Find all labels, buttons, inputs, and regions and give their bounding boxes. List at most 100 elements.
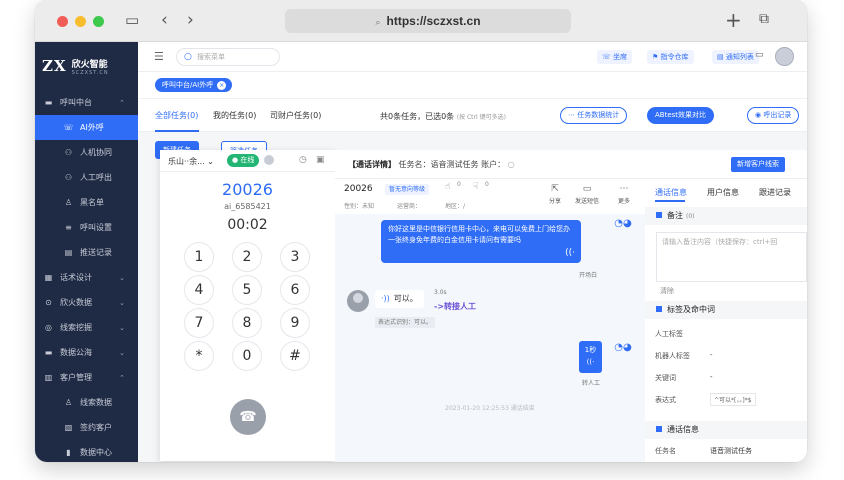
sidebar-item-3[interactable]: ⚇ 人工呼出 <box>35 165 138 190</box>
keypad-key[interactable]: 6 <box>280 275 310 305</box>
tabs-overview-icon[interactable]: ⧉ <box>759 11 769 27</box>
sidebar-item-8[interactable]: ⊙ 欣火数据 ⌄ <box>35 290 138 315</box>
thumbs-down-icon[interactable]: ☟ <box>473 182 478 192</box>
page-tag[interactable]: 呼叫中台/AI外呼 × <box>155 78 233 92</box>
sidebar-item-1[interactable]: ☏ AI外呼 <box>35 115 138 140</box>
clock-icon[interactable]: ◷ <box>299 155 307 165</box>
close-icon[interactable]: × <box>217 81 227 90</box>
hangup-button[interactable]: ☎ <box>230 399 266 435</box>
keypad-key[interactable]: 8 <box>232 308 262 338</box>
sidebar-item-5[interactable]: ≡ 呼叫设置 <box>35 215 138 240</box>
audio-play-icon[interactable]: ((· <box>587 358 595 366</box>
abtest-label: ABtest效果对比 <box>655 111 707 119</box>
clear-note-button[interactable]: 清除 <box>660 286 674 296</box>
status-toggle[interactable] <box>264 155 274 165</box>
keypad-key[interactable]: 7 <box>184 308 214 338</box>
send-sms-button[interactable]: ▭ 发送短信 <box>575 184 599 205</box>
manual-tag-key: 人工标签 <box>655 330 683 338</box>
robot-tag-value: - <box>710 351 713 359</box>
sidebar-item-10[interactable]: ▬ 数据公海 ⌄ <box>35 340 138 365</box>
call-records-button[interactable]: ◉ 呼出记录 <box>747 107 800 124</box>
logo-mark: ZX <box>42 57 67 75</box>
like-count: 0 <box>457 181 461 188</box>
keypad-key[interactable]: 5 <box>232 275 262 305</box>
back-icon[interactable]: ‹ <box>161 10 168 30</box>
command-store-button[interactable]: ⚑ 指令仓库 <box>647 50 694 64</box>
sidebar-item-2[interactable]: ⚇ 人机协同 <box>35 140 138 165</box>
minimize-window-button[interactable] <box>75 16 86 27</box>
sidebar-item-9[interactable]: ◎ 线索挖掘 ⌄ <box>35 315 138 340</box>
keyword-row: 关键词 - <box>655 373 713 383</box>
sidebar-toggle-icon[interactable]: ▭ <box>125 11 139 29</box>
audio-wave-icon[interactable]: ·)) <box>381 294 390 303</box>
bot-message-text: 你好这里是中信银行信用卡中心，来电可以免费上门给您办一张终身免年费的白金信用卡请… <box>388 225 570 244</box>
tab-follow-up[interactable]: 跟进记录 <box>759 187 791 198</box>
sidebar-item-6[interactable]: ▤ 推送记录 <box>35 240 138 265</box>
search-icon: ⌕ <box>375 17 381 27</box>
close-window-button[interactable] <box>57 16 68 27</box>
thumbs-up-icon[interactable]: ☝ <box>445 182 450 192</box>
call-records-label: 呼出记录 <box>763 111 792 119</box>
bot-message-label: 开场白 <box>579 272 598 279</box>
search-icon: ○ <box>184 52 192 62</box>
keypad-key[interactable]: 2 <box>232 242 262 272</box>
forward-icon[interactable]: › <box>187 10 194 30</box>
sidebar-item-7[interactable]: ▦ 话术设计 ⌄ <box>35 265 138 290</box>
sidebar-item-13[interactable]: ▧ 签约客户 <box>35 415 138 440</box>
keypad-key[interactable]: 9 <box>280 308 310 338</box>
menu-icon[interactable]: ☰ <box>154 50 164 63</box>
keypad-key[interactable]: 4 <box>184 275 214 305</box>
sidebar-item-14[interactable]: ▮ 数据中心 <box>35 440 138 462</box>
new-tab-icon[interactable]: + <box>725 8 742 32</box>
more-actions-button[interactable]: ⋯ 更多 <box>618 184 630 205</box>
robot-icon: ◔◕ <box>614 342 632 353</box>
keypad-key[interactable]: 3 <box>280 242 310 272</box>
logo: ZX 欣火智能 SCZXST.CN <box>35 42 138 90</box>
share-button[interactable]: ⇱ 分享 <box>549 184 561 205</box>
sidebar-item-label: 欣火数据 <box>60 298 92 307</box>
more-actions-label: 更多 <box>618 198 631 205</box>
keypad-key[interactable]: # <box>280 341 310 371</box>
line-select[interactable]: 乐山··余... ⌄ <box>168 156 214 167</box>
seat-button[interactable]: ☏ 坐席 <box>597 50 632 64</box>
chevron-icon: ⌄ <box>119 298 125 307</box>
screen-icon[interactable]: ▣ <box>316 155 325 165</box>
maximize-window-button[interactable] <box>93 16 104 27</box>
user-avatar[interactable] <box>775 47 794 66</box>
new-lead-button[interactable]: 新增客户线索 <box>731 157 785 172</box>
notification-list-button[interactable]: ▤ 通知列表 <box>712 50 759 64</box>
tab-my-tasks[interactable]: 我的任务(0) <box>213 110 256 121</box>
note-textarea[interactable]: 请输入备注内容（快捷保存：ctrl+回 <box>656 232 807 282</box>
task-stats-button[interactable]: ⋯ 任务数据统计 <box>560 107 628 124</box>
chevron-icon: ⌃ <box>119 98 125 107</box>
contract-icon: ▧ <box>64 423 73 432</box>
sidebar-item-12[interactable]: ♙ 线索数据 <box>35 390 138 415</box>
online-status-badge[interactable]: ● 在线 <box>227 154 260 167</box>
sidebar-item-label: 线索数据 <box>80 398 112 407</box>
keypad-key[interactable]: 1 <box>184 242 214 272</box>
user-icon: ♙ <box>64 198 73 207</box>
user-message: ·)) 可以。 <box>375 290 424 308</box>
note-placeholder: 请输入备注内容（快捷保存：ctrl+回 <box>662 238 778 246</box>
sidebar-item-0[interactable]: ▬ 呼叫中台 ⌃ <box>35 90 138 115</box>
abtest-button[interactable]: ABtest效果对比 <box>647 107 715 124</box>
tab-call-info[interactable]: 通话信息 <box>655 187 687 198</box>
menu-search-input[interactable]: ○ 搜索菜单 <box>176 48 280 66</box>
tab-user-info[interactable]: 用户信息 <box>707 187 739 198</box>
audio-play-icon[interactable]: ((· <box>565 248 575 259</box>
sidebar-item-11[interactable]: ▥ 客户管理 ⌃ <box>35 365 138 390</box>
user-message-text: 可以。 <box>393 294 418 303</box>
tab-all-tasks[interactable]: 全部任务(0) <box>155 110 198 121</box>
keypad-key[interactable]: * <box>184 341 214 371</box>
sidebar-item-label: 签约客户 <box>80 423 112 432</box>
database-icon: ▬ <box>44 348 53 357</box>
extension-number: 20026 <box>222 180 273 199</box>
keypad-key[interactable]: 0 <box>232 341 262 371</box>
sidebar-item-4[interactable]: ♙ 黑名单 <box>35 190 138 215</box>
dialer-header: 乐山··余... ⌄ ● 在线 ◷ ▣ <box>160 150 335 172</box>
call-info-title: 通话信息 <box>667 425 699 434</box>
share-icon: ⇱ <box>551 184 559 194</box>
screen-icon[interactable]: ▭ <box>755 50 764 60</box>
tab-account-tasks[interactable]: 司财户任务(0) <box>270 110 321 121</box>
address-bar[interactable]: ⌕ https://sczxst.cn <box>285 9 571 33</box>
